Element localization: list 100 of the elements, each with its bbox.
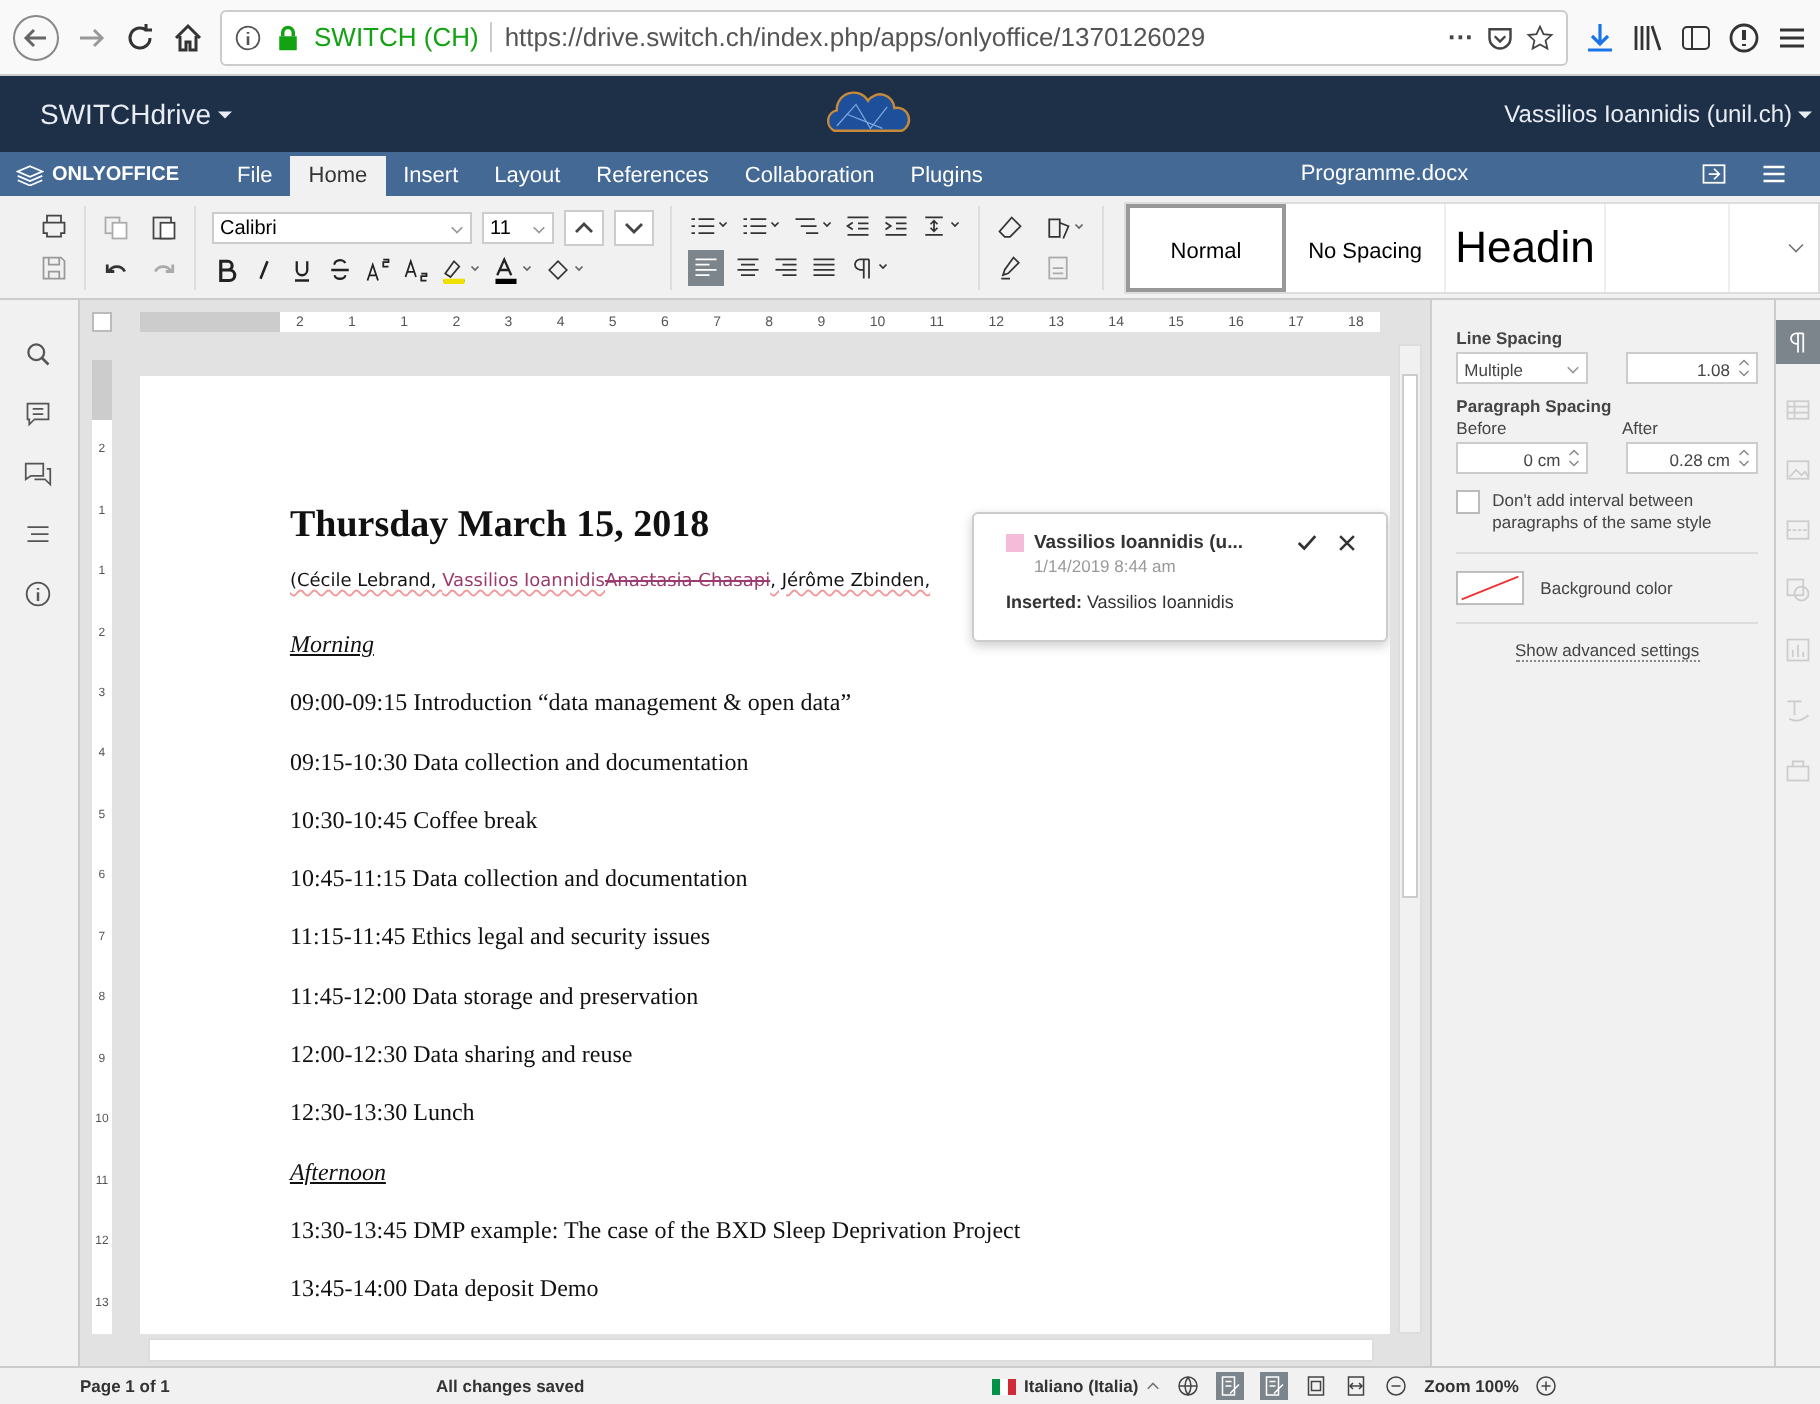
zoom-level: Zoom 100%	[1424, 1376, 1519, 1396]
pilcrow-icon[interactable]	[848, 254, 890, 282]
spinner-icon[interactable]	[1738, 448, 1750, 468]
spell-check-icon[interactable]	[1216, 1372, 1245, 1400]
navigation-icon[interactable]	[24, 520, 53, 548]
decrease-indent-icon[interactable]	[844, 212, 872, 240]
field-label: After	[1622, 418, 1660, 438]
checkbox-label: Don't add interval between paragraphs of the same style	[1492, 490, 1714, 536]
advanced-settings-link[interactable]: Show advanced settings	[1515, 639, 1700, 662]
comment-icon[interactable]	[24, 400, 53, 428]
align-center-icon[interactable]	[734, 254, 762, 282]
line-spacing-dropdown[interactable]: Multiple	[1456, 352, 1589, 384]
section-label: Line Spacing	[1456, 328, 1565, 348]
decrease-font-icon[interactable]	[614, 210, 654, 246]
language-selector[interactable]: Italiano (Italia)	[992, 1376, 1161, 1396]
increase-indent-icon[interactable]	[882, 212, 910, 240]
info-icon[interactable]	[234, 23, 262, 51]
paste-icon[interactable]	[150, 213, 178, 241]
align-left-icon[interactable]	[688, 250, 724, 286]
search-icon[interactable]	[24, 340, 53, 368]
back-icon[interactable]	[12, 13, 60, 61]
menu-icon[interactable]	[1760, 160, 1788, 188]
menu-tab[interactable]: File	[219, 156, 291, 196]
url-text: https://drive.switch.ch/index.php/apps/onlyoffice/1370126029	[504, 22, 1206, 52]
numbered-list-icon[interactable]	[740, 212, 782, 240]
library-icon[interactable]	[1632, 21, 1664, 53]
vertical-scrollbar[interactable]	[1398, 344, 1423, 1334]
copy-style-icon[interactable]	[996, 253, 1024, 281]
no-color-swatch[interactable]	[1456, 569, 1525, 606]
zoom-in-icon[interactable]	[1534, 1374, 1559, 1398]
fit-width-icon[interactable]	[1344, 1374, 1369, 1398]
menu-tab[interactable]: Insert	[385, 156, 477, 196]
horizontal-scrollbar[interactable]	[147, 1338, 1375, 1362]
color-scheme-icon[interactable]	[1044, 213, 1086, 241]
chevron-icon	[1566, 361, 1581, 375]
lock-icon	[274, 23, 302, 51]
page-actions-menu[interactable]: ···	[1448, 22, 1474, 52]
multilevel-list-icon[interactable]	[792, 212, 834, 240]
style-preset[interactable]: No Spacing	[1286, 203, 1446, 291]
style-preset[interactable]: Normal	[1126, 203, 1286, 291]
subscript-icon[interactable]	[402, 256, 430, 284]
line-spacing-icon[interactable]	[920, 212, 962, 240]
inserted-text: Vassilios Ioannidis	[442, 572, 605, 592]
pocket-icon[interactable]	[1486, 23, 1514, 51]
checkbox[interactable]	[1456, 490, 1481, 514]
highlight-icon[interactable]	[440, 256, 482, 284]
document-heading: Thursday March 15, 2018	[289, 504, 710, 550]
open-location-icon[interactable]	[1700, 160, 1728, 188]
home-icon[interactable]	[172, 21, 204, 53]
font-name-field[interactable]: Calibri	[212, 212, 472, 244]
shading-icon[interactable]	[544, 256, 586, 284]
schedule-line: 09:00-09:15 Introduction “data management & open data”	[289, 688, 854, 721]
after-spacing-field[interactable]: 0.28 cm	[1626, 442, 1758, 474]
menu-tab[interactable]: Collaboration	[726, 156, 893, 196]
eraser-icon[interactable]	[996, 213, 1024, 241]
reject-icon[interactable]	[1335, 532, 1358, 554]
menu-tab[interactable]: Layout	[476, 156, 579, 196]
app-name-menu[interactable]: SWITCHdrive	[40, 98, 212, 130]
line-spacing-field[interactable]: 1.08	[1626, 352, 1758, 384]
justify-icon[interactable]	[810, 254, 838, 282]
increase-font-icon[interactable]	[564, 210, 604, 246]
schedule-line: 11:15-11:45 Ethics legal and security issues	[289, 922, 713, 955]
strikethrough-icon[interactable]	[326, 256, 354, 284]
menu-tab[interactable]: Plugins	[892, 156, 1001, 196]
download-icon[interactable]	[1584, 21, 1616, 53]
print-icon[interactable]	[40, 212, 68, 240]
flag-icon	[992, 1377, 1016, 1395]
menu-tab[interactable]: References	[578, 156, 727, 196]
bullet-list-icon[interactable]	[688, 212, 730, 240]
spinner-icon[interactable]	[1738, 358, 1750, 378]
schedule-line: 09:15-10:30 Data collection and documentation	[289, 747, 751, 780]
address-bar[interactable]: SWITCH (CH) https://drive.switch.ch/index.php/apps/onlyoffice/1370126029 ···	[220, 9, 1568, 65]
caret-icon[interactable]	[1798, 107, 1812, 121]
accept-icon[interactable]	[1295, 532, 1318, 554]
font-color-icon[interactable]	[492, 256, 534, 284]
before-spacing-field[interactable]: 0 cm	[1456, 442, 1589, 474]
info-icon[interactable]	[24, 580, 53, 608]
sidebar-icon[interactable]	[1680, 21, 1712, 53]
reload-icon[interactable]	[124, 21, 156, 53]
paragraph-settings-icon[interactable]	[1776, 320, 1820, 364]
site-identity: SWITCH (CH)	[314, 22, 493, 52]
body-text: , Jérôme Zbinden,	[770, 572, 931, 592]
page-count[interactable]: Page 1 of 1	[80, 1376, 420, 1396]
zoom-out-icon[interactable]	[1384, 1374, 1409, 1398]
star-icon[interactable]	[1526, 23, 1554, 51]
chevron-icon	[450, 221, 464, 235]
superscript-icon[interactable]	[364, 256, 392, 284]
align-right-icon[interactable]	[772, 254, 800, 282]
menu-tab[interactable]: Home	[290, 156, 386, 196]
fit-page-icon[interactable]	[1304, 1374, 1329, 1398]
style-preset[interactable]: Headin	[1446, 203, 1606, 291]
spinner-icon[interactable]	[1568, 448, 1581, 468]
track-changes-icon[interactable]	[1260, 1372, 1289, 1400]
field-label: Before	[1456, 418, 1509, 438]
font-size-field[interactable]: 11	[482, 212, 554, 244]
user-menu[interactable]: Vassilios Ioannidis (unil.ch)	[1504, 100, 1792, 128]
chat-icon[interactable]	[24, 460, 53, 488]
extension-icon[interactable]	[1728, 21, 1760, 53]
caret-icon[interactable]	[217, 107, 232, 121]
globe-icon[interactable]	[1176, 1374, 1201, 1398]
